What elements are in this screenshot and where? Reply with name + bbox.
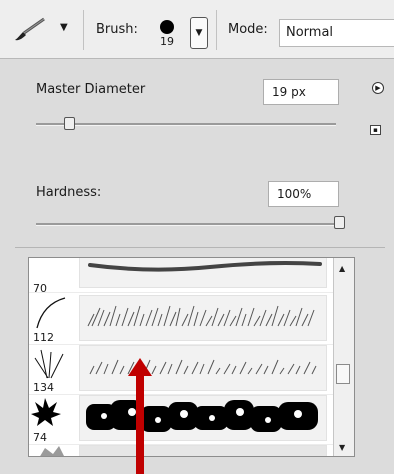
brush-stroke-preview: [79, 295, 327, 341]
panel-menu-icon[interactable]: ▶: [372, 82, 384, 94]
chevron-down-icon[interactable]: ▼: [60, 22, 68, 33]
tool-options-bar: ▼ Brush: 19 ▼ Mode: Normal: [0, 0, 394, 59]
brush-picker-button[interactable]: ▼: [190, 17, 208, 49]
brush-label: Brush:: [96, 22, 138, 37]
scroll-down-icon[interactable]: ▼: [339, 443, 345, 452]
hardness-slider[interactable]: [36, 223, 340, 226]
brush-preset-panel: Master Diameter 19 px ▶ ▪ Hardness: 100%…: [0, 59, 394, 474]
list-item[interactable]: 70: [29, 258, 335, 296]
brush-stroke-preview: [79, 445, 327, 456]
scrollbar-thumb[interactable]: [336, 363, 350, 384]
brush-stroke-preview: [79, 345, 327, 391]
brush-stroke-preview: [79, 258, 327, 288]
brush-size-value: 19: [160, 35, 174, 48]
brush-tip-icon: [160, 20, 174, 34]
grass-brush-icon: 134: [29, 344, 75, 394]
brush-size-label: 134: [33, 381, 54, 394]
chevron-down-icon: ▼: [195, 28, 203, 38]
brush-list-scrollbar[interactable]: ▲ ▼: [333, 258, 354, 456]
curved-brush-icon: 112: [29, 294, 75, 344]
hardness-slider-thumb[interactable]: [334, 216, 345, 229]
toolbar-divider: [83, 10, 84, 50]
brush-preset-list[interactable]: 70 112 134 74 ▲ ▼: [28, 257, 355, 457]
master-diameter-slider[interactable]: [36, 123, 336, 126]
new-preset-icon[interactable]: ▪: [370, 125, 381, 135]
master-diameter-input[interactable]: 19 px: [263, 79, 339, 105]
panel-divider: [15, 247, 385, 248]
hardness-label: Hardness:: [36, 185, 102, 200]
leaf-brush-icon: 74: [29, 394, 75, 444]
hardness-input[interactable]: 100%: [268, 181, 339, 207]
list-item[interactable]: [29, 444, 335, 456]
brush-size-label: 74: [33, 431, 47, 444]
scroll-up-icon[interactable]: ▲: [339, 264, 345, 273]
brush-stroke-preview: [79, 395, 327, 441]
master-diameter-slider-thumb[interactable]: [64, 117, 75, 130]
list-item[interactable]: 112: [29, 294, 335, 345]
mode-select[interactable]: Normal: [279, 19, 394, 47]
partial-brush-icon: [29, 444, 75, 456]
list-item[interactable]: 134: [29, 344, 335, 395]
toolbar-divider: [216, 10, 217, 50]
master-diameter-label: Master Diameter: [36, 82, 146, 97]
line-brush-icon: 70: [29, 258, 75, 296]
list-item[interactable]: 74: [29, 394, 335, 445]
mode-label: Mode:: [228, 22, 268, 37]
brush-preview[interactable]: 19: [155, 16, 179, 50]
brush-size-label: 112: [33, 331, 54, 344]
red-arrow-icon: [128, 358, 152, 474]
brush-icon[interactable]: [12, 16, 48, 48]
